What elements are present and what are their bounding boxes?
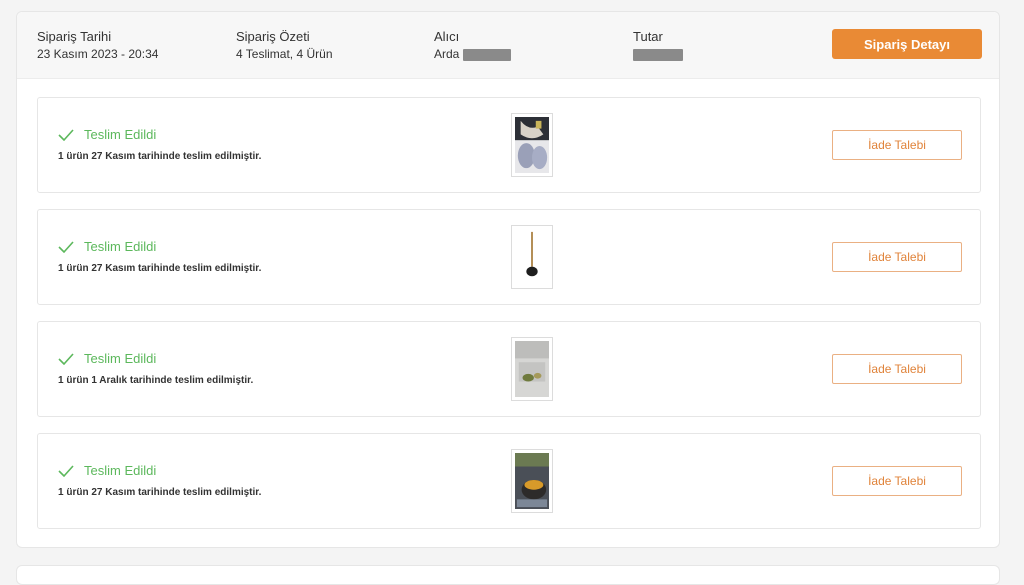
order-total: Tutar xyxy=(633,29,683,62)
next-order-card xyxy=(16,565,1000,585)
check-icon xyxy=(58,352,74,365)
check-icon xyxy=(58,128,74,141)
order-header: Sipariş Tarihi 23 Kasım 2023 - 20:34 Sip… xyxy=(17,12,999,79)
recipient-surname-redaction xyxy=(462,48,511,61)
product-image-ladle xyxy=(515,229,549,285)
delivery-status-text: Teslim Edildi xyxy=(84,127,157,142)
product-image-kitchen xyxy=(515,341,549,397)
total-value xyxy=(633,46,683,62)
delivery-message: 1 ürün 27 Kasım tarihinde teslim edilmiş… xyxy=(58,487,262,498)
delivery-status-text: Teslim Edildi xyxy=(84,351,157,366)
recipient-name: Arda xyxy=(434,47,460,61)
check-icon xyxy=(58,464,74,477)
total-label: Tutar xyxy=(633,29,663,44)
delivery-row: Teslim Edildi 1 ürün 27 Kasım tarihinde … xyxy=(37,209,981,305)
return-request-button[interactable]: İade Talebi xyxy=(832,466,962,496)
order-summary: Sipariş Özeti 4 Teslimat, 4 Ürün xyxy=(236,29,333,62)
delivery-status: Teslim Edildi xyxy=(58,463,156,478)
recipient-value: Arda xyxy=(434,46,511,62)
delivery-row: Teslim Edildi 1 ürün 27 Kasım tarihinde … xyxy=(37,97,981,193)
order-card: Sipariş Tarihi 23 Kasım 2023 - 20:34 Sip… xyxy=(16,11,1000,548)
product-image-slippers xyxy=(515,117,549,173)
return-request-button[interactable]: İade Talebi xyxy=(832,242,962,272)
order-summary-value: 4 Teslimat, 4 Ürün xyxy=(236,47,333,61)
order-summary-label: Sipariş Özeti xyxy=(236,29,310,44)
delivery-message: 1 ürün 27 Kasım tarihinde teslim edilmiş… xyxy=(58,151,262,162)
return-request-button[interactable]: İade Talebi xyxy=(832,354,962,384)
delivery-message: 1 ürün 1 Aralık tarihinde teslim edilmiş… xyxy=(58,375,254,386)
delivery-status-text: Teslim Edildi xyxy=(84,463,157,478)
product-thumbnail[interactable] xyxy=(511,113,553,177)
delivery-message: 1 ürün 27 Kasım tarihinde teslim edilmiş… xyxy=(58,263,262,274)
total-redaction xyxy=(633,48,683,61)
order-date-label: Sipariş Tarihi xyxy=(37,29,112,44)
recipient-label: Alıcı xyxy=(434,29,460,44)
delivery-status: Teslim Edildi xyxy=(58,351,156,366)
delivery-row: Teslim Edildi 1 ürün 27 Kasım tarihinde … xyxy=(37,433,981,529)
return-request-button[interactable]: İade Talebi xyxy=(832,130,962,160)
delivery-status: Teslim Edildi xyxy=(58,239,156,254)
product-thumbnail[interactable] xyxy=(511,449,553,513)
delivery-row: Teslim Edildi 1 ürün 1 Aralık tarihinde … xyxy=(37,321,981,417)
order-date-value: 23 Kasım 2023 - 20:34 xyxy=(37,47,159,61)
check-icon xyxy=(58,240,74,253)
product-image-pot xyxy=(515,453,549,509)
order-date: Sipariş Tarihi 23 Kasım 2023 - 20:34 xyxy=(37,29,158,62)
delivery-status: Teslim Edildi xyxy=(58,127,156,142)
order-recipient: Alıcı Arda xyxy=(434,29,511,62)
order-detail-button[interactable]: Sipariş Detayı xyxy=(832,29,982,59)
product-thumbnail[interactable] xyxy=(511,337,553,401)
delivery-status-text: Teslim Edildi xyxy=(84,239,157,254)
product-thumbnail[interactable] xyxy=(511,225,553,289)
